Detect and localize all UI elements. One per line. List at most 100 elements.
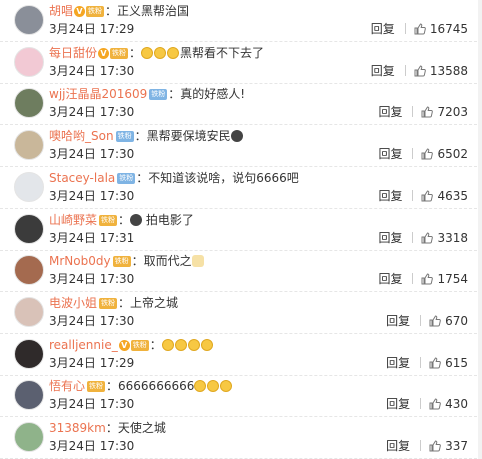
like-thumb-icon[interactable] [421,148,434,160]
reply-button[interactable]: 回复 [378,189,402,203]
fan-badge-icon: 铁粉 [130,340,149,351]
action-divider [412,232,414,243]
comment-actions: 回复 3318 [378,231,468,246]
user-badges: 铁粉 [116,173,136,188]
avatar[interactable] [14,422,44,452]
commenter-name[interactable]: 电波小姐 [49,296,97,310]
commenter-name[interactable]: Stacey-lala [49,171,115,185]
user-badges: V 铁粉 [98,48,129,63]
avatar[interactable] [14,5,44,35]
reply-button[interactable]: 回复 [378,105,402,119]
comment-text: ：真的好感人! [168,87,246,101]
laugh-emoji-icon [174,339,187,351]
comment-actions: 回复 16745 [371,22,468,37]
laugh-emoji-icon [154,47,167,59]
comment-actions: 回复 430 [386,397,468,412]
avatar[interactable] [14,255,44,285]
comment-content: realljennie_ V 铁粉： [49,338,474,355]
action-divider [412,190,414,201]
user-badges: 铁粉 [148,89,168,104]
like-count: 7203 [437,105,468,119]
laugh-emoji-icon [161,339,174,351]
commenter-name[interactable]: 31389km [49,421,106,435]
fan-badge-icon: 铁粉 [99,215,118,226]
commenter-name[interactable]: wjj汪晶晶201609 [49,87,147,101]
user-badges: 铁粉 [86,381,106,396]
avatar[interactable] [14,47,44,77]
commenter-name[interactable]: 每日甜份 [49,46,97,60]
comment-actions: 回复 6502 [378,147,468,162]
action-divider [420,315,422,326]
commenter-name[interactable]: 胡唱 [49,4,73,18]
comment-timestamp: 3月24日 17:30 [49,105,135,119]
comment-text: ： [118,213,131,227]
like-thumb-icon[interactable] [414,23,426,35]
like-count: 337 [445,439,468,453]
commenter-name[interactable]: realljennie_ [49,338,118,352]
laugh-emoji-icon [207,380,220,392]
commenter-name[interactable]: 山崎野菜 [49,213,97,227]
fan-badge-icon: 铁粉 [110,48,129,59]
like-thumb-icon[interactable] [421,106,434,118]
comment-row: 悟有心 铁粉 ：6666666666 3月24日 17:30 回复 430 [0,375,482,417]
comment-content: 每日甜份 V 铁粉： 黑帮看不下去了 [49,46,474,63]
like-thumb-icon[interactable] [421,232,434,244]
like-count: 16745 [429,22,468,36]
comment-content: 噢哈哟_Son 铁粉 ：黑帮要保境安民 [49,129,474,146]
action-divider [420,357,422,368]
reply-button[interactable]: 回复 [371,64,395,78]
reply-button[interactable]: 回复 [386,439,410,453]
like-thumb-icon[interactable] [429,398,441,410]
avatar[interactable] [14,130,44,160]
reply-button[interactable]: 回复 [371,22,395,36]
like-thumb-icon[interactable] [429,357,441,369]
reply-button[interactable]: 回复 [386,356,410,370]
verified-v-icon: V [74,6,86,17]
verified-v-icon: V [98,48,110,59]
like-thumb-icon[interactable] [421,273,434,285]
commenter-name[interactable]: 噢哈哟_Son [49,129,114,143]
fan-badge-icon: 铁粉 [87,381,106,392]
fan-badge-icon: 铁粉 [86,6,105,17]
reply-button[interactable]: 回复 [386,314,410,328]
like-thumb-icon[interactable] [414,65,426,77]
avatar[interactable] [14,339,44,369]
like-thumb-icon[interactable] [429,315,441,327]
laugh-emoji-icon [194,380,207,392]
comment-row: 噢哈哟_Son 铁粉 ：黑帮要保境安民 3月24日 17:30 回复 6502 [0,125,482,167]
comment-text-tail: 拍电影了 [142,213,194,227]
action-divider [412,273,414,284]
commenter-name[interactable]: MrNob0dy [49,254,111,268]
avatar[interactable] [14,88,44,118]
commenter-name[interactable]: 悟有心 [49,379,85,393]
action-divider [412,106,414,117]
comment-content: Stacey-lala 铁粉 ：不知道该说啥，说句6666吧 [49,171,474,188]
like-thumb-icon[interactable] [429,440,441,452]
comment-content: 悟有心 铁粉 ：6666666666 [49,379,474,396]
comment-list: 胡唱 V 铁粉 ：正义黑帮治国 3月24日 17:29 回复 16745 每日甜份 V 铁粉：黑帮… [0,0,482,459]
reply-button[interactable]: 回复 [386,397,410,411]
user-badges: V 铁粉 [74,6,105,21]
reply-button[interactable]: 回复 [378,272,402,286]
user-badges: 铁粉 [98,215,118,230]
comment-timestamp: 3月24日 17:30 [49,64,135,78]
comment-content: wjj汪晶晶201609 铁粉 ：真的好感人! [49,87,474,104]
comment-timestamp: 3月24日 17:30 [49,272,135,286]
comment-text: ：天使之城 [105,421,166,435]
iron-fan-badge-icon: 铁粉 [117,173,136,184]
reply-button[interactable]: 回复 [378,147,402,161]
comment-row: realljennie_ V 铁粉： 3月24日 17:29 回复 615 [0,334,482,376]
avatar[interactable] [14,172,44,202]
comment-row: 胡唱 V 铁粉 ：正义黑帮治国 3月24日 17:29 回复 16745 [0,0,482,42]
avatar[interactable] [14,214,44,244]
comment-content: 31389km：天使之城 [49,421,474,436]
like-thumb-icon[interactable] [421,190,434,202]
reply-button[interactable]: 回复 [378,231,402,245]
avatar[interactable] [14,297,44,327]
fan-badge-icon: 铁粉 [112,256,131,267]
comment-timestamp: 3月24日 17:30 [49,397,135,411]
avatar[interactable] [14,380,44,410]
comment-actions: 回复 7203 [378,105,468,120]
scrollbar[interactable] [478,0,482,459]
comment-actions: 回复 1754 [378,272,468,287]
